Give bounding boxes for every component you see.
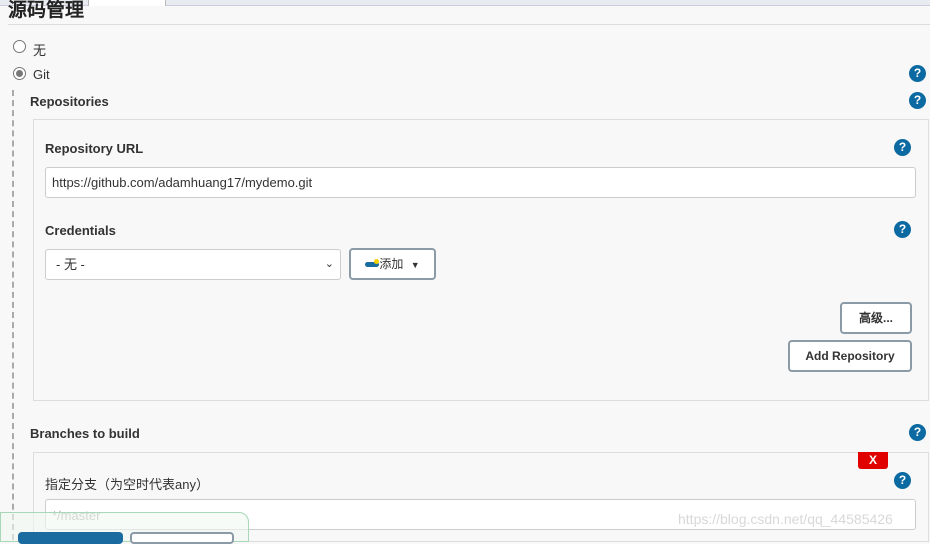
apply-button[interactable] (130, 532, 234, 544)
key-icon (365, 259, 380, 268)
repositories-label: Repositories (30, 94, 109, 109)
git-section-border (12, 90, 14, 540)
radio-none[interactable] (13, 40, 26, 53)
save-button[interactable] (18, 532, 123, 544)
delete-branch-button[interactable]: X (858, 452, 888, 469)
repository-url-label: Repository URL (45, 141, 144, 156)
add-credentials-button[interactable]: 添加 ▼ (349, 248, 436, 280)
radio-git-label: Git (33, 67, 50, 82)
help-icon[interactable]: ? (894, 139, 911, 156)
watermark: https://blog.csdn.net/qq_44585426 (678, 511, 893, 527)
radio-none-label: 无 (33, 43, 47, 58)
help-icon[interactable]: ? (909, 424, 926, 441)
radio-git[interactable] (13, 67, 26, 80)
credentials-label: Credentials (45, 223, 116, 238)
tab[interactable] (88, 0, 166, 6)
help-icon[interactable]: ? (894, 221, 911, 238)
divider (8, 24, 930, 25)
help-icon[interactable]: ? (909, 92, 926, 109)
credentials-select[interactable]: - 无 - ⌄ (45, 249, 341, 280)
branches-label: Branches to build (30, 426, 140, 441)
repository-url-input[interactable]: https://github.com/adamhuang17/mydemo.gi… (45, 167, 916, 198)
credentials-value: - 无 - (56, 257, 85, 272)
add-label: 添加 (379, 257, 404, 271)
help-icon[interactable]: ? (894, 472, 911, 489)
help-icon[interactable]: ? (909, 65, 926, 82)
section-title: 源码管理 (8, 0, 85, 21)
chevron-down-icon: ⌄ (324, 258, 334, 270)
advanced-button[interactable]: 高级... (840, 302, 912, 334)
branch-specifier-label: 指定分支（为空时代表any） (45, 477, 209, 492)
caret-down-icon: ▼ (410, 260, 420, 270)
add-repository-button[interactable]: Add Repository (788, 340, 912, 372)
